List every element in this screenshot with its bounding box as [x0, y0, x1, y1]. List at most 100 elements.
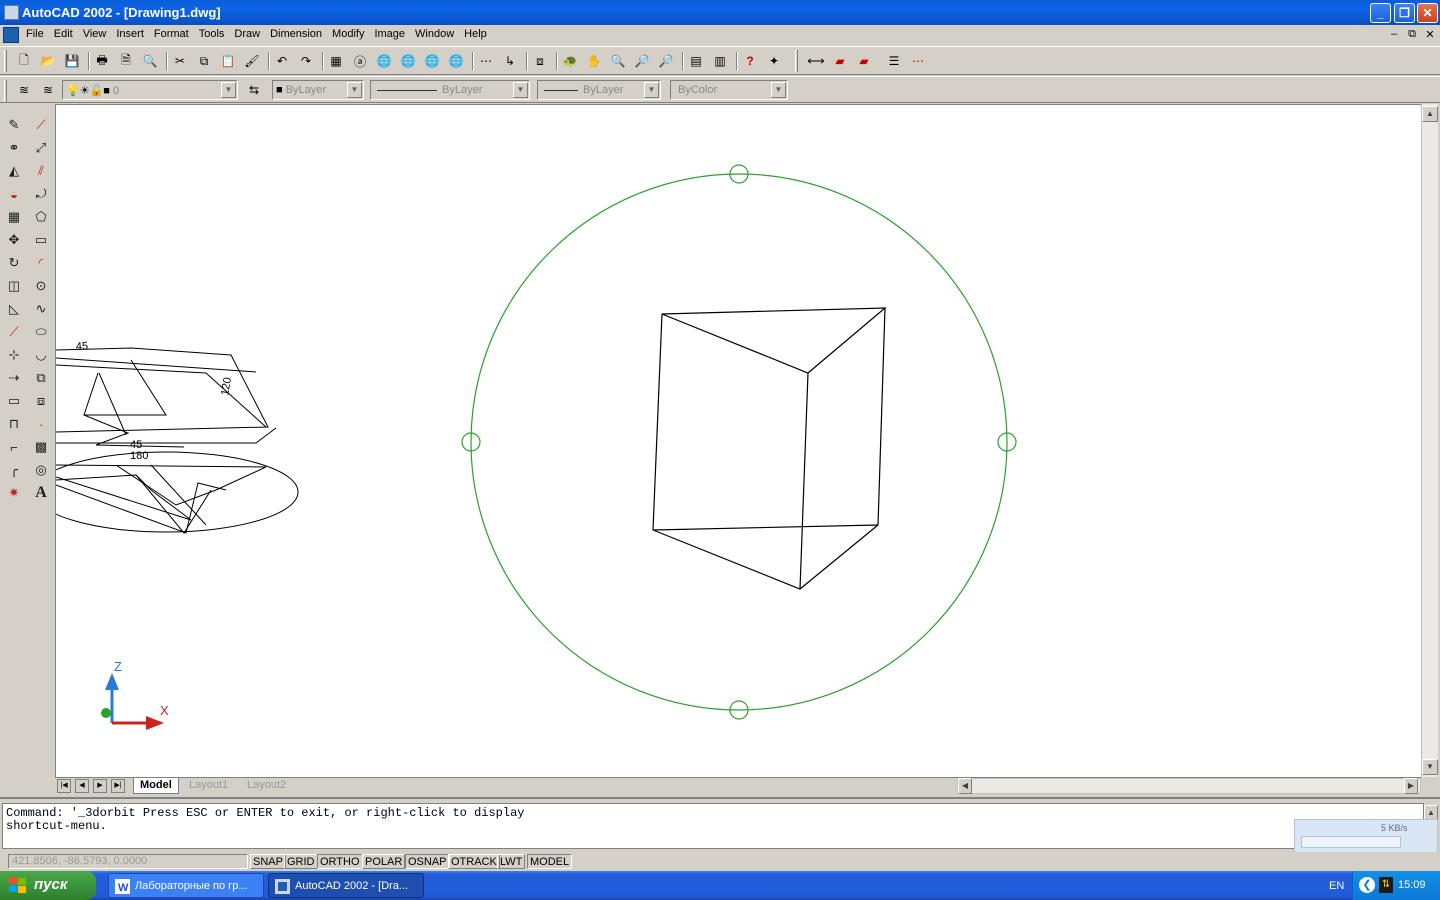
menu-modify[interactable]: Modify: [332, 28, 364, 40]
circle-icon[interactable]: ⊙: [30, 275, 52, 297]
line-icon[interactable]: ⟋: [30, 114, 52, 136]
scroll-down-icon[interactable]: ▼: [1422, 759, 1438, 775]
chevron-down-icon[interactable]: ▼: [771, 82, 786, 98]
menu-dimension[interactable]: Dimension: [270, 28, 322, 40]
layer-previous-icon[interactable]: ⇆: [244, 80, 264, 100]
snap-toggle[interactable]: SNAP: [250, 854, 286, 869]
otrack-toggle[interactable]: OTRACK: [448, 854, 500, 869]
tab-model[interactable]: Model: [133, 778, 179, 794]
trim-icon[interactable]: ⊹: [3, 344, 25, 366]
scroll-up-icon[interactable]: ▲: [1422, 106, 1438, 122]
vertical-scrollbar[interactable]: ▲ ▼: [1421, 104, 1438, 777]
pan-realtime-icon[interactable]: ✋: [584, 51, 604, 71]
zoom-previous-icon[interactable]: 🔎: [656, 51, 676, 71]
prev-tab-icon[interactable]: ◀: [75, 779, 89, 793]
autocad-app-icon[interactable]: [4, 5, 19, 20]
zoom-realtime-icon[interactable]: 🔍: [608, 51, 628, 71]
linetype-dropdown[interactable]: ByLayer ▼: [370, 80, 530, 100]
restore-button[interactable]: ❐: [1394, 3, 1415, 23]
chevron-down-icon[interactable]: ▼: [347, 82, 362, 98]
array-icon[interactable]: ▦: [3, 206, 25, 228]
menu-image[interactable]: Image: [374, 28, 405, 40]
layer-dropdown[interactable]: 💡☀🔓■ 0 ▼: [62, 80, 238, 100]
design-center-icon[interactable]: ▥: [710, 51, 730, 71]
arc-icon[interactable]: ◜: [30, 252, 52, 274]
drawing-area[interactable]: 45 120 45 180 Z X: [55, 104, 1421, 777]
start-button[interactable]: пуск: [0, 871, 96, 900]
cut-icon[interactable]: ✂: [170, 51, 190, 71]
chamfer-icon[interactable]: ⌐: [3, 436, 25, 458]
extend-icon[interactable]: ⇢: [3, 367, 25, 389]
move-icon[interactable]: ✥: [3, 229, 25, 251]
toolbar-grip[interactable]: [4, 80, 7, 102]
layer-tool-icon[interactable]: ▰: [830, 51, 850, 71]
last-tab-icon[interactable]: ▶|: [111, 779, 125, 793]
today-icon[interactable]: ▦: [326, 51, 346, 71]
erase-icon[interactable]: ✎: [3, 114, 25, 136]
ellipse-arc-icon[interactable]: ◡: [30, 344, 52, 366]
lineweight-dropdown[interactable]: ByLayer ▼: [537, 80, 661, 100]
tray-expand-icon[interactable]: ❮: [1359, 877, 1375, 893]
ucs-icon[interactable]: ↳: [500, 51, 520, 71]
model-toggle[interactable]: MODEL: [527, 854, 573, 869]
browse-web-icon[interactable]: 🌐: [374, 51, 394, 71]
make-block-icon[interactable]: ⧈: [30, 390, 52, 412]
doc-close-button[interactable]: ✕: [1423, 28, 1437, 41]
dim-linear-icon[interactable]: ⟷: [806, 51, 826, 71]
network-tray-icon[interactable]: ⇅: [1379, 877, 1393, 893]
meet-now-icon[interactable]: ⓐ: [350, 51, 370, 71]
layer-manager-icon[interactable]: ≋: [14, 80, 34, 100]
menu-window[interactable]: Window: [415, 28, 454, 40]
region-icon[interactable]: ◎: [30, 459, 52, 481]
rectangle-icon[interactable]: ▭: [30, 229, 52, 251]
menu-format[interactable]: Format: [154, 28, 189, 40]
minimize-button[interactable]: _: [1370, 3, 1391, 23]
paste-icon[interactable]: 📋: [218, 51, 238, 71]
print-preview-icon[interactable]: 🗎: [116, 51, 136, 71]
mirror-icon[interactable]: ◭: [3, 160, 25, 182]
doc-restore-button[interactable]: ⧉: [1405, 28, 1419, 41]
3d-orbit-icon[interactable]: 🐢: [560, 51, 580, 71]
menu-draw[interactable]: Draw: [234, 28, 260, 40]
copy-icon[interactable]: ⧉: [194, 51, 214, 71]
undo-icon[interactable]: ↶: [272, 51, 292, 71]
offset-icon[interactable]: ◒: [3, 183, 25, 205]
taskbar-item-autocad[interactable]: AutoCAD 2002 - [Dra...: [268, 873, 424, 898]
multiline-text-icon[interactable]: A: [30, 482, 52, 504]
properties-icon[interactable]: ▤: [686, 51, 706, 71]
menu-file[interactable]: File: [26, 28, 44, 40]
lengthen-icon[interactable]: ⟋: [3, 321, 25, 343]
chevron-down-icon[interactable]: ▼: [644, 82, 659, 98]
tab-layout2[interactable]: Layout2: [241, 778, 292, 794]
first-tab-icon[interactable]: |◀: [57, 779, 71, 793]
stretch-icon[interactable]: ◺: [3, 298, 25, 320]
chevron-down-icon[interactable]: ▼: [221, 82, 236, 98]
match-properties-icon[interactable]: 🖌: [242, 51, 262, 71]
tab-layout1[interactable]: Layout1: [183, 778, 234, 794]
polar-toggle[interactable]: POLAR: [362, 854, 406, 869]
rotate-icon[interactable]: ↻: [3, 252, 25, 274]
explode-icon[interactable]: ✷: [3, 482, 25, 504]
point-icon[interactable]: ·: [30, 413, 52, 435]
doc-minimize-button[interactable]: –: [1387, 28, 1401, 40]
break-at-point-icon[interactable]: ⊓: [3, 413, 25, 435]
close-button[interactable]: ✕: [1417, 3, 1438, 23]
scroll-left-icon[interactable]: ◀: [958, 778, 972, 794]
construction-line-icon[interactable]: ⤢: [30, 137, 52, 159]
find-replace-icon[interactable]: 🔍: [140, 51, 160, 71]
menu-tools[interactable]: Tools: [199, 28, 225, 40]
polyline-icon[interactable]: ⤾: [30, 183, 52, 205]
scroll-right-icon[interactable]: ▶: [1404, 778, 1418, 794]
menu-view[interactable]: View: [83, 28, 107, 40]
make-layer-current-icon[interactable]: ≋: [38, 80, 58, 100]
menu-edit[interactable]: Edit: [54, 28, 73, 40]
polygon-icon[interactable]: ⬠: [30, 206, 52, 228]
toolbar-grip[interactable]: [4, 50, 7, 72]
command-window[interactable]: Command: '_3dorbit Press ESC or ENTER to…: [2, 803, 1424, 849]
color-dropdown[interactable]: ■ ByLayer ▼: [272, 80, 364, 100]
tracking-icon[interactable]: ⋯: [476, 51, 496, 71]
fillet-icon[interactable]: ╭: [3, 459, 25, 481]
grid-toggle[interactable]: GRID: [284, 854, 318, 869]
hyperlink-icon[interactable]: 🌐: [398, 51, 418, 71]
help-icon[interactable]: ?: [740, 51, 760, 71]
